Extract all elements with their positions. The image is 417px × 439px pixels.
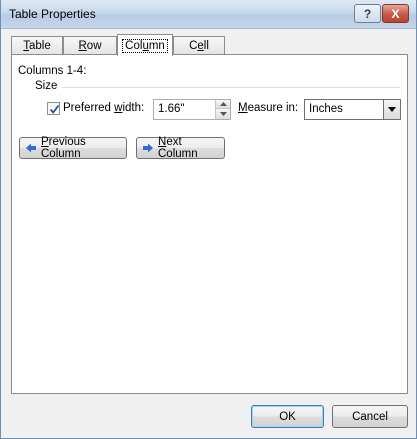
cancel-label: Cancel xyxy=(352,410,388,423)
dialog-title: Table Properties xyxy=(9,7,96,21)
next-column-label: Next Column xyxy=(158,136,198,160)
chevron-down-icon xyxy=(219,112,227,116)
preferred-width-label: Preferred width: xyxy=(63,102,145,114)
columns-range-label: Columns 1-4: xyxy=(18,65,87,77)
help-button[interactable]: ? xyxy=(354,4,381,23)
measure-in-label: Measure in: xyxy=(238,102,299,114)
measure-in-value: Inches xyxy=(309,103,343,115)
tab-row[interactable]: Row xyxy=(63,36,117,55)
measure-in-select[interactable]: Inches xyxy=(304,99,401,120)
tab-label: Column xyxy=(122,38,168,53)
arrow-right-icon xyxy=(143,143,153,153)
arrow-left-icon xyxy=(26,143,36,153)
previous-column-button[interactable]: Previous Column xyxy=(19,136,127,160)
next-column-button[interactable]: Next Column xyxy=(136,136,225,160)
preferred-width-checkbox[interactable] xyxy=(47,102,60,115)
tab-table[interactable]: Table xyxy=(11,36,63,55)
title-bar[interactable]: Table Properties ? X xyxy=(1,0,416,29)
help-icon: ? xyxy=(363,6,372,21)
checkmark-icon xyxy=(49,104,60,114)
tab-label: Cell xyxy=(189,40,209,52)
chevron-up-icon xyxy=(219,102,227,106)
tab-cell[interactable]: Cell xyxy=(173,36,225,55)
size-group-label: Size xyxy=(35,80,58,92)
close-button[interactable]: X xyxy=(382,4,409,23)
size-divider xyxy=(62,87,400,88)
tab-label: Row xyxy=(78,40,102,52)
close-icon: X xyxy=(391,6,400,21)
spin-down-button[interactable] xyxy=(215,109,230,119)
tab-column[interactable]: Column xyxy=(117,34,173,56)
chevron-down-icon xyxy=(388,107,396,112)
previous-column-label: Previous Column xyxy=(41,136,86,160)
column-tab-panel: Columns 1-4: Size Preferred width: 1.66"… xyxy=(11,54,408,394)
spinner-buttons xyxy=(215,100,230,119)
table-properties-dialog: Table Properties ? X Table Row Cell Colu… xyxy=(0,0,417,439)
preferred-width-input[interactable]: 1.66" xyxy=(158,103,184,115)
tab-label: Table xyxy=(23,40,51,52)
preferred-width-spinner[interactable]: 1.66" xyxy=(153,99,231,120)
ok-label: OK xyxy=(279,410,296,423)
ok-button[interactable]: OK xyxy=(251,405,324,428)
spin-up-button[interactable] xyxy=(215,100,230,109)
cancel-button[interactable]: Cancel xyxy=(332,405,408,428)
dropdown-button[interactable] xyxy=(383,100,400,119)
